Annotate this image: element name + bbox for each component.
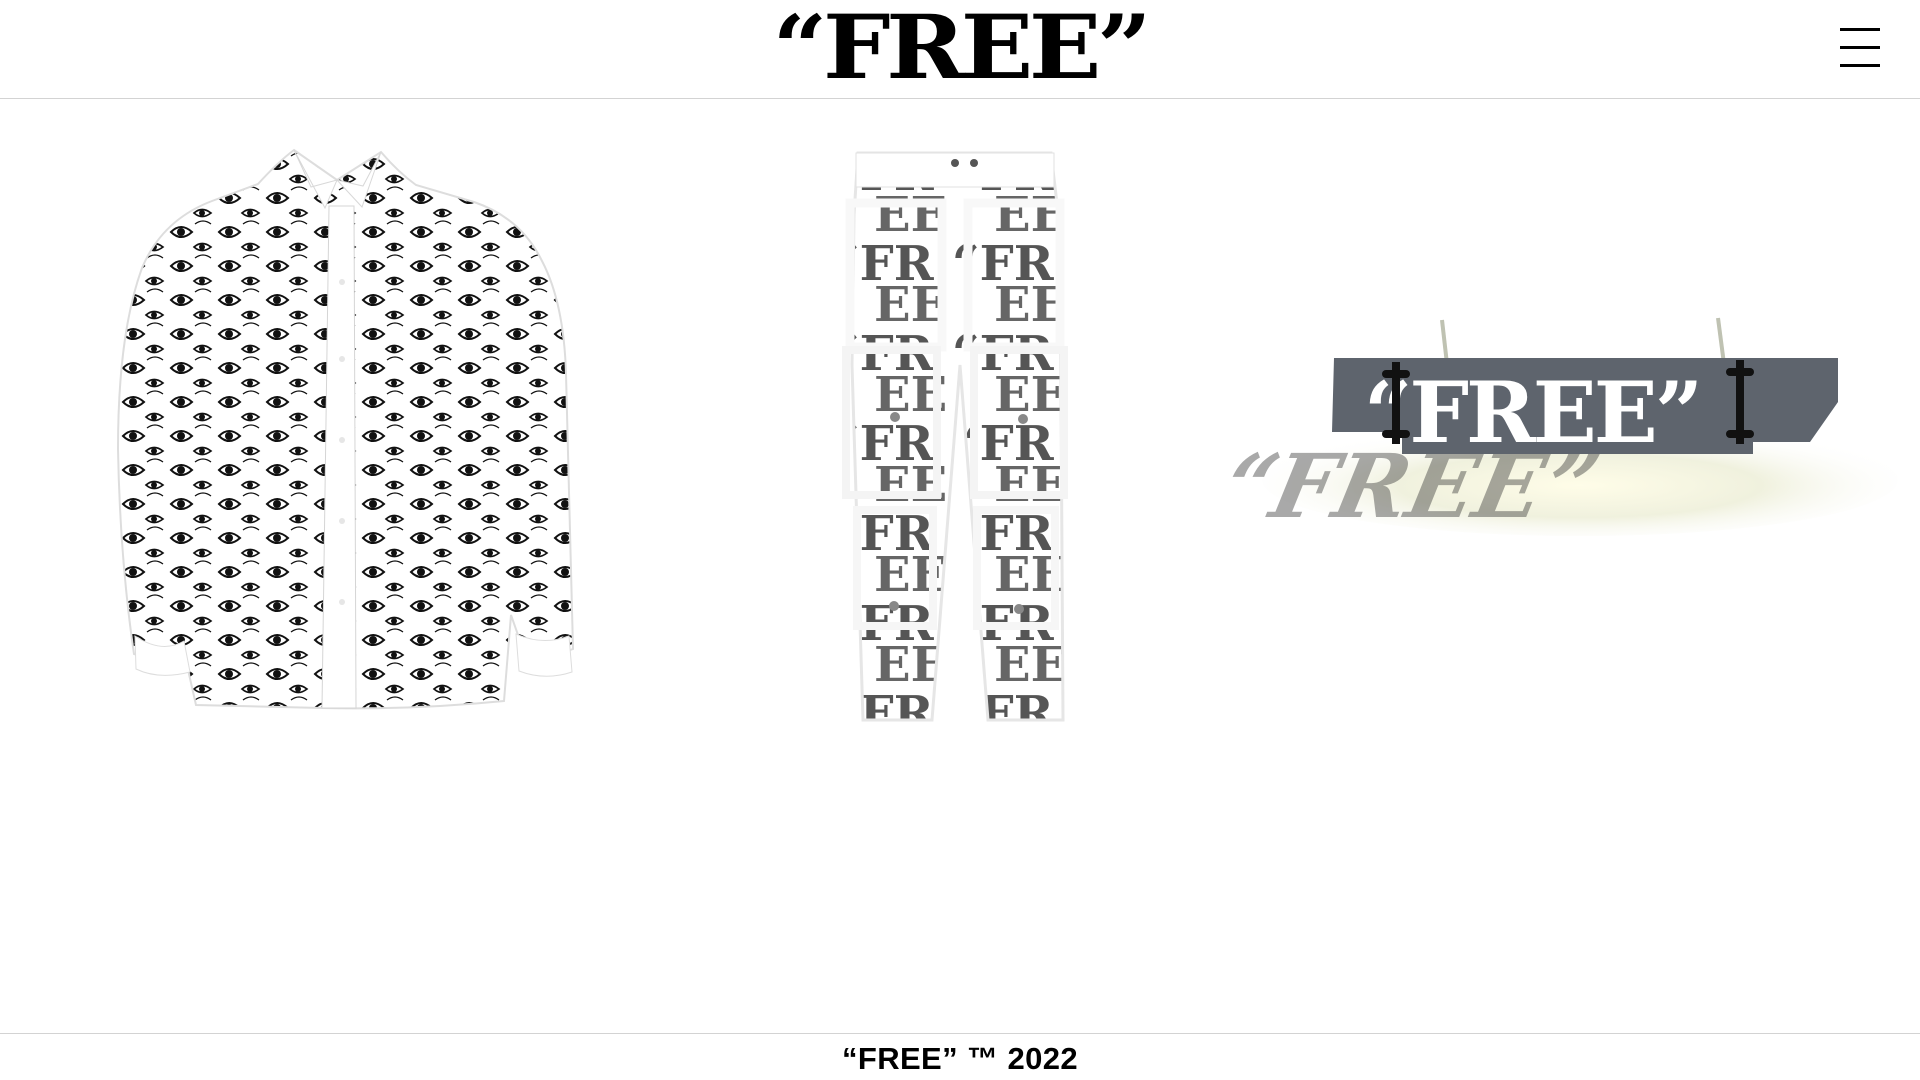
brand-logo[interactable]: “FREE” <box>727 0 1194 94</box>
product-card-logo-print-cargo-pants[interactable]: “FR EE <box>832 145 1082 722</box>
product-card-free-metal-sign[interactable]: “FREE” “FREE” <box>1202 310 1900 538</box>
copyright-text: “FREE” ™ 2022 <box>841 1041 1079 1076</box>
menu-line-middle <box>1840 46 1880 49</box>
site-footer: “FREE” ™ 2022 <box>0 1033 1920 1080</box>
shirt-image <box>116 148 575 710</box>
hamburger-menu-icon[interactable] <box>1840 28 1880 68</box>
sign-cutout-text: “FREE” <box>1364 363 1700 462</box>
menu-line-top <box>1840 28 1880 31</box>
menu-line-bottom <box>1840 64 1880 67</box>
page: “FREE” “FREE” “FREE” “FREE” ™ 2022 <box>0 0 1920 1080</box>
sign-image: “FREE” “FREE” <box>1202 317 1898 538</box>
site-header: “FREE” <box>0 0 1920 99</box>
pants-image: “FR EE <box>842 151 1068 722</box>
product-card-eye-print-shirt[interactable] <box>116 148 575 712</box>
